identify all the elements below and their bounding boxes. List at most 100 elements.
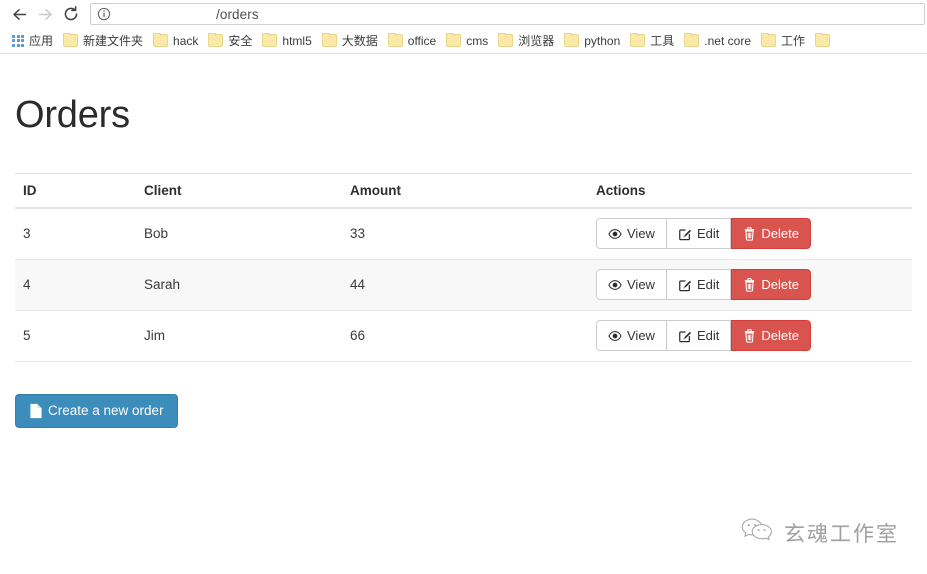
wechat-icon [740,515,774,550]
create-order-wrap: Create a new order [15,393,912,428]
delete-label: Delete [761,328,799,343]
bookmark-item[interactable]: 大数据 [317,31,383,51]
folder-icon [630,33,646,47]
bookmark-item[interactable]: hack [148,31,203,51]
bookmark-label: 应用 [29,33,54,48]
trash-icon [743,328,756,343]
folder-icon [684,33,700,47]
table-header-row: ID Client Amount Actions [15,173,912,209]
table-body: 3 Bob 33 View Edit Delete 4 Sarah 44 Vie… [15,208,912,362]
back-button[interactable] [6,1,32,27]
reload-button[interactable] [58,1,84,27]
page-title: Orders [15,94,130,136]
forward-button[interactable] [32,1,58,27]
trash-icon [743,226,756,241]
bookmark-item[interactable]: html5 [257,31,316,51]
apps-grid-icon [12,34,24,47]
bookmark-label: office [407,33,437,48]
bookmark-item[interactable]: .net core [679,31,756,51]
folder-icon [815,33,831,47]
bookmark-item[interactable]: office [383,31,441,51]
delete-button[interactable]: Delete [731,269,811,300]
delete-button[interactable]: Delete [731,218,811,250]
bookmark-label: 安全 [228,33,253,48]
bookmark-label: cms [466,33,489,48]
cell-amount: 44 [342,259,588,311]
browser-chrome: /orders 应用 新建文件夹 hack 安全 html5 大数据 offic… [0,0,927,54]
edit-label: Edit [696,277,720,292]
bookmark-item[interactable]: python [559,31,625,51]
content-container: Orders ID Client Amount Actions 3 Bob 33 [0,94,927,428]
bookmark-item[interactable]: 安全 [203,31,257,51]
folder-icon [63,33,79,47]
column-header-id: ID [15,173,136,209]
bookmark-apps[interactable]: 应用 [7,31,58,51]
folder-icon [446,33,462,47]
bookmark-label: 工作 [781,33,806,48]
table-row: 5 Jim 66 View Edit Delete [15,310,912,362]
bookmark-item[interactable]: 工作 [756,31,810,51]
browser-toolbar: /orders [0,0,927,28]
info-circle-icon[interactable] [97,7,111,21]
url-text: /orders [113,4,259,24]
bookmarks-bar: 应用 新建文件夹 hack 安全 html5 大数据 office cms 浏览… [0,28,927,54]
folder-icon [498,33,514,47]
bookmark-item[interactable]: 工具 [625,31,679,51]
view-button[interactable]: View [596,218,667,250]
cell-id: 4 [15,259,136,311]
bookmark-label: 新建文件夹 [83,33,144,48]
edit-label: Edit [696,328,720,343]
cell-amount: 33 [342,208,588,260]
delete-button[interactable]: Delete [731,320,811,351]
bookmark-label: 浏览器 [518,33,555,48]
cell-client: Jim [136,310,342,362]
eye-icon [608,329,622,343]
view-label: View [627,328,655,343]
bookmark-item[interactable]: cms [441,31,493,51]
folder-icon [208,33,224,47]
cell-client: Sarah [136,259,342,311]
cell-id: 5 [15,310,136,362]
cell-client: Bob [136,208,342,260]
row-action-group: View Edit Delete [596,218,811,250]
edit-button[interactable]: Edit [666,218,732,250]
page-content: Orders ID Client Amount Actions 3 Bob 33 [0,94,927,574]
cell-actions: View Edit Delete [588,310,912,362]
cell-actions: View Edit Delete [588,208,912,260]
delete-label: Delete [761,226,799,242]
view-button[interactable]: View [596,320,667,351]
trash-icon [743,277,756,292]
column-header-client: Client [136,173,342,209]
folder-icon [387,33,403,47]
url-bar[interactable]: /orders [90,3,925,25]
edit-button[interactable]: Edit [666,320,732,351]
bookmark-item[interactable]: 浏览器 [493,31,559,51]
row-action-group: View Edit Delete [596,320,811,351]
url-redaction-mark [113,5,216,23]
column-header-amount: Amount [342,173,588,209]
folder-icon [153,33,169,47]
cell-id: 3 [15,208,136,260]
create-order-button[interactable]: Create a new order [15,393,178,428]
folder-icon [761,33,776,47]
view-button[interactable]: View [596,269,667,300]
table-row: 3 Bob 33 View Edit Delete [15,208,912,260]
bookmark-item-overflow[interactable] [810,31,840,51]
column-header-actions: Actions [588,173,912,209]
table-row: 4 Sarah 44 View Edit Delete [15,259,912,311]
bookmark-label: hack [173,33,199,48]
bookmark-item[interactable]: 新建文件夹 [58,31,148,51]
eye-icon [608,278,622,292]
create-order-label: Create a new order [48,402,164,418]
bookmark-label: .net core [704,33,751,48]
folder-icon [262,33,278,47]
table-head: ID Client Amount Actions [15,173,912,209]
edit-button[interactable]: Edit [666,269,732,300]
bookmark-label: 大数据 [341,33,378,48]
view-label: View [627,226,655,242]
cell-actions: View Edit Delete [588,259,912,311]
edit-label: Edit [696,226,720,242]
pen-to-square-icon [678,278,692,292]
bookmark-label: 工具 [650,33,675,48]
folder-icon [321,33,337,47]
